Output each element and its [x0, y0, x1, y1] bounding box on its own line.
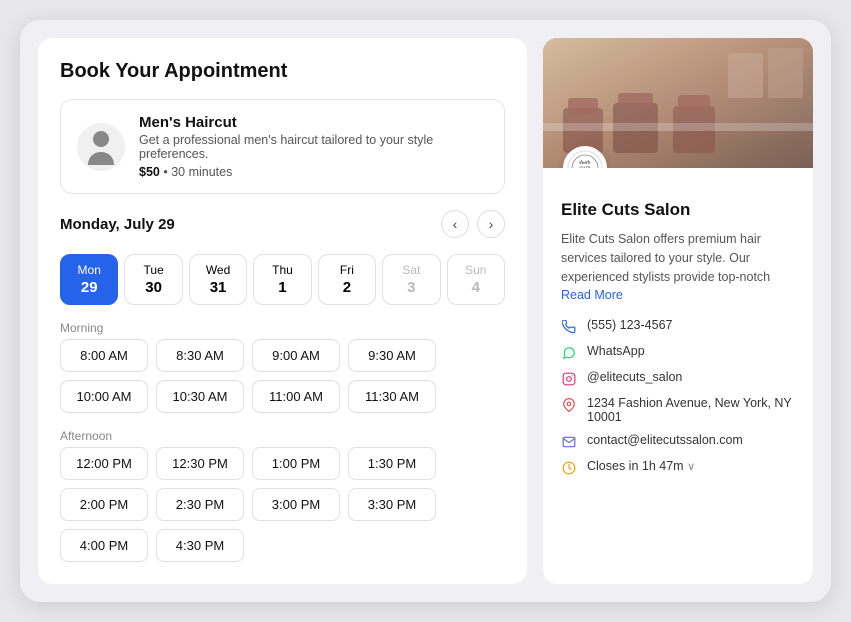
time-slot-1-00-pm[interactable]: 1:00 PM: [252, 447, 340, 480]
time-slot-8-30-am[interactable]: 8:30 AM: [156, 339, 244, 372]
phone-icon: [561, 319, 577, 335]
afternoon-time-grid: 12:00 PM12:30 PM1:00 PM1:30 PM 2:00 PM2:3…: [60, 447, 505, 562]
instagram-handle: @elitecuts_salon: [587, 370, 682, 384]
service-price: $50: [139, 165, 160, 179]
time-slot-12-30-pm[interactable]: 12:30 PM: [156, 447, 244, 480]
time-slot-12-00-pm[interactable]: 12:00 PM: [60, 447, 148, 480]
page-title: Book Your Appointment: [60, 60, 505, 83]
day-button-fri[interactable]: Fri2: [318, 254, 376, 305]
afternoon-label: Afternoon: [60, 429, 505, 443]
time-slot-11-00-am[interactable]: 11:00 AM: [252, 380, 340, 413]
morning-section: Morning 8:00 AM8:30 AM9:00 AM9:30 AM 10:0…: [60, 321, 505, 413]
time-slot-4-00-pm[interactable]: 4:00 PM: [60, 529, 148, 562]
morning-time-grid: 8:00 AM8:30 AM9:00 AM9:30 AM 10:00 AM10:3…: [60, 339, 505, 413]
day-button-sat: Sat3: [382, 254, 440, 305]
time-slot-1-30-pm[interactable]: 1:30 PM: [348, 447, 436, 480]
day-button-thu[interactable]: Thu1: [253, 254, 311, 305]
email-icon: [561, 434, 577, 450]
time-slot-2-00-pm[interactable]: 2:00 PM: [60, 488, 148, 521]
service-meta: $50 • 30 minutes: [139, 165, 488, 179]
day-button-mon[interactable]: Mon29: [60, 254, 118, 305]
time-slot-10-30-am[interactable]: 10:30 AM: [156, 380, 244, 413]
time-slot-11-30-am[interactable]: 11:30 AM: [348, 380, 436, 413]
salon-description-block: Elite Cuts Salon offers premium hair ser…: [561, 230, 795, 304]
contact-phone: (555) 123-4567: [561, 318, 795, 335]
time-slot-2-30-pm[interactable]: 2:30 PM: [156, 488, 244, 521]
salon-info: Elite Cuts Salon Elite Cuts Salon offers…: [543, 168, 813, 584]
morning-label: Morning: [60, 321, 505, 335]
svg-text:CUTS: CUTS: [580, 165, 591, 168]
service-info: Men's Haircut Get a professional men's h…: [139, 114, 488, 179]
salon-email: contact@elitecutssalon.com: [587, 433, 743, 447]
read-more-link[interactable]: Read More: [561, 288, 623, 302]
booking-panel: Book Your Appointment Men's Haircut Get …: [38, 38, 527, 584]
next-week-button[interactable]: ›: [477, 210, 505, 238]
time-slot-9-30-am[interactable]: 9:30 AM: [348, 339, 436, 372]
time-slot-4-30-pm[interactable]: 4:30 PM: [156, 529, 244, 562]
salon-address: 1234 Fashion Avenue, New York, NY 10001: [587, 396, 795, 424]
contact-instagram: @elitecuts_salon: [561, 370, 795, 387]
instagram-icon: [561, 371, 577, 387]
nav-arrows: ‹ ›: [441, 210, 505, 238]
time-slot-3-30-pm[interactable]: 3:30 PM: [348, 488, 436, 521]
date-header: Monday, July 29 ‹ ›: [60, 210, 505, 238]
contact-list: (555) 123-4567 WhatsApp: [561, 318, 795, 476]
prev-week-button[interactable]: ‹: [441, 210, 469, 238]
service-description: Get a professional men's haircut tailore…: [139, 133, 488, 161]
day-picker: Mon29Tue30Wed31Thu1Fri2Sat3Sun4: [60, 254, 505, 305]
day-button-wed[interactable]: Wed31: [189, 254, 247, 305]
phone-number: (555) 123-4567: [587, 318, 672, 332]
clock-icon: [561, 460, 577, 476]
service-name: Men's Haircut: [139, 114, 488, 131]
contact-email: contact@elitecutssalon.com: [561, 433, 795, 450]
time-slot-8-00-am[interactable]: 8:00 AM: [60, 339, 148, 372]
contact-address: 1234 Fashion Avenue, New York, NY 10001: [561, 396, 795, 424]
current-date-label: Monday, July 29: [60, 216, 175, 233]
contact-whatsapp: WhatsApp: [561, 344, 795, 361]
service-duration: 30 minutes: [171, 165, 232, 179]
afternoon-section: Afternoon 12:00 PM12:30 PM1:00 PM1:30 PM…: [60, 429, 505, 562]
salon-description: Elite Cuts Salon offers premium hair ser…: [561, 232, 770, 284]
salon-panel: ELITE CUTS SALON Elite Cuts Salon Elite …: [543, 38, 813, 584]
service-card: Men's Haircut Get a professional men's h…: [60, 99, 505, 194]
contact-hours: Closes in 1h 47m ∨: [561, 459, 795, 476]
time-slot-10-00-am[interactable]: 10:00 AM: [60, 380, 148, 413]
time-slot-3-00-pm[interactable]: 3:00 PM: [252, 488, 340, 521]
service-avatar: [77, 123, 125, 171]
hours-chevron-icon[interactable]: ∨: [687, 461, 695, 473]
day-button-tue[interactable]: Tue30: [124, 254, 182, 305]
day-button-sun: Sun4: [447, 254, 505, 305]
whatsapp-icon: [561, 345, 577, 361]
time-slot-9-00-am[interactable]: 9:00 AM: [252, 339, 340, 372]
salon-hero: ELITE CUTS SALON: [543, 38, 813, 168]
salon-name: Elite Cuts Salon: [561, 200, 795, 220]
salon-hours: Closes in 1h 47m ∨: [587, 459, 695, 473]
app-container: Book Your Appointment Men's Haircut Get …: [20, 20, 831, 602]
whatsapp-label: WhatsApp: [587, 344, 645, 358]
location-icon: [561, 397, 577, 413]
